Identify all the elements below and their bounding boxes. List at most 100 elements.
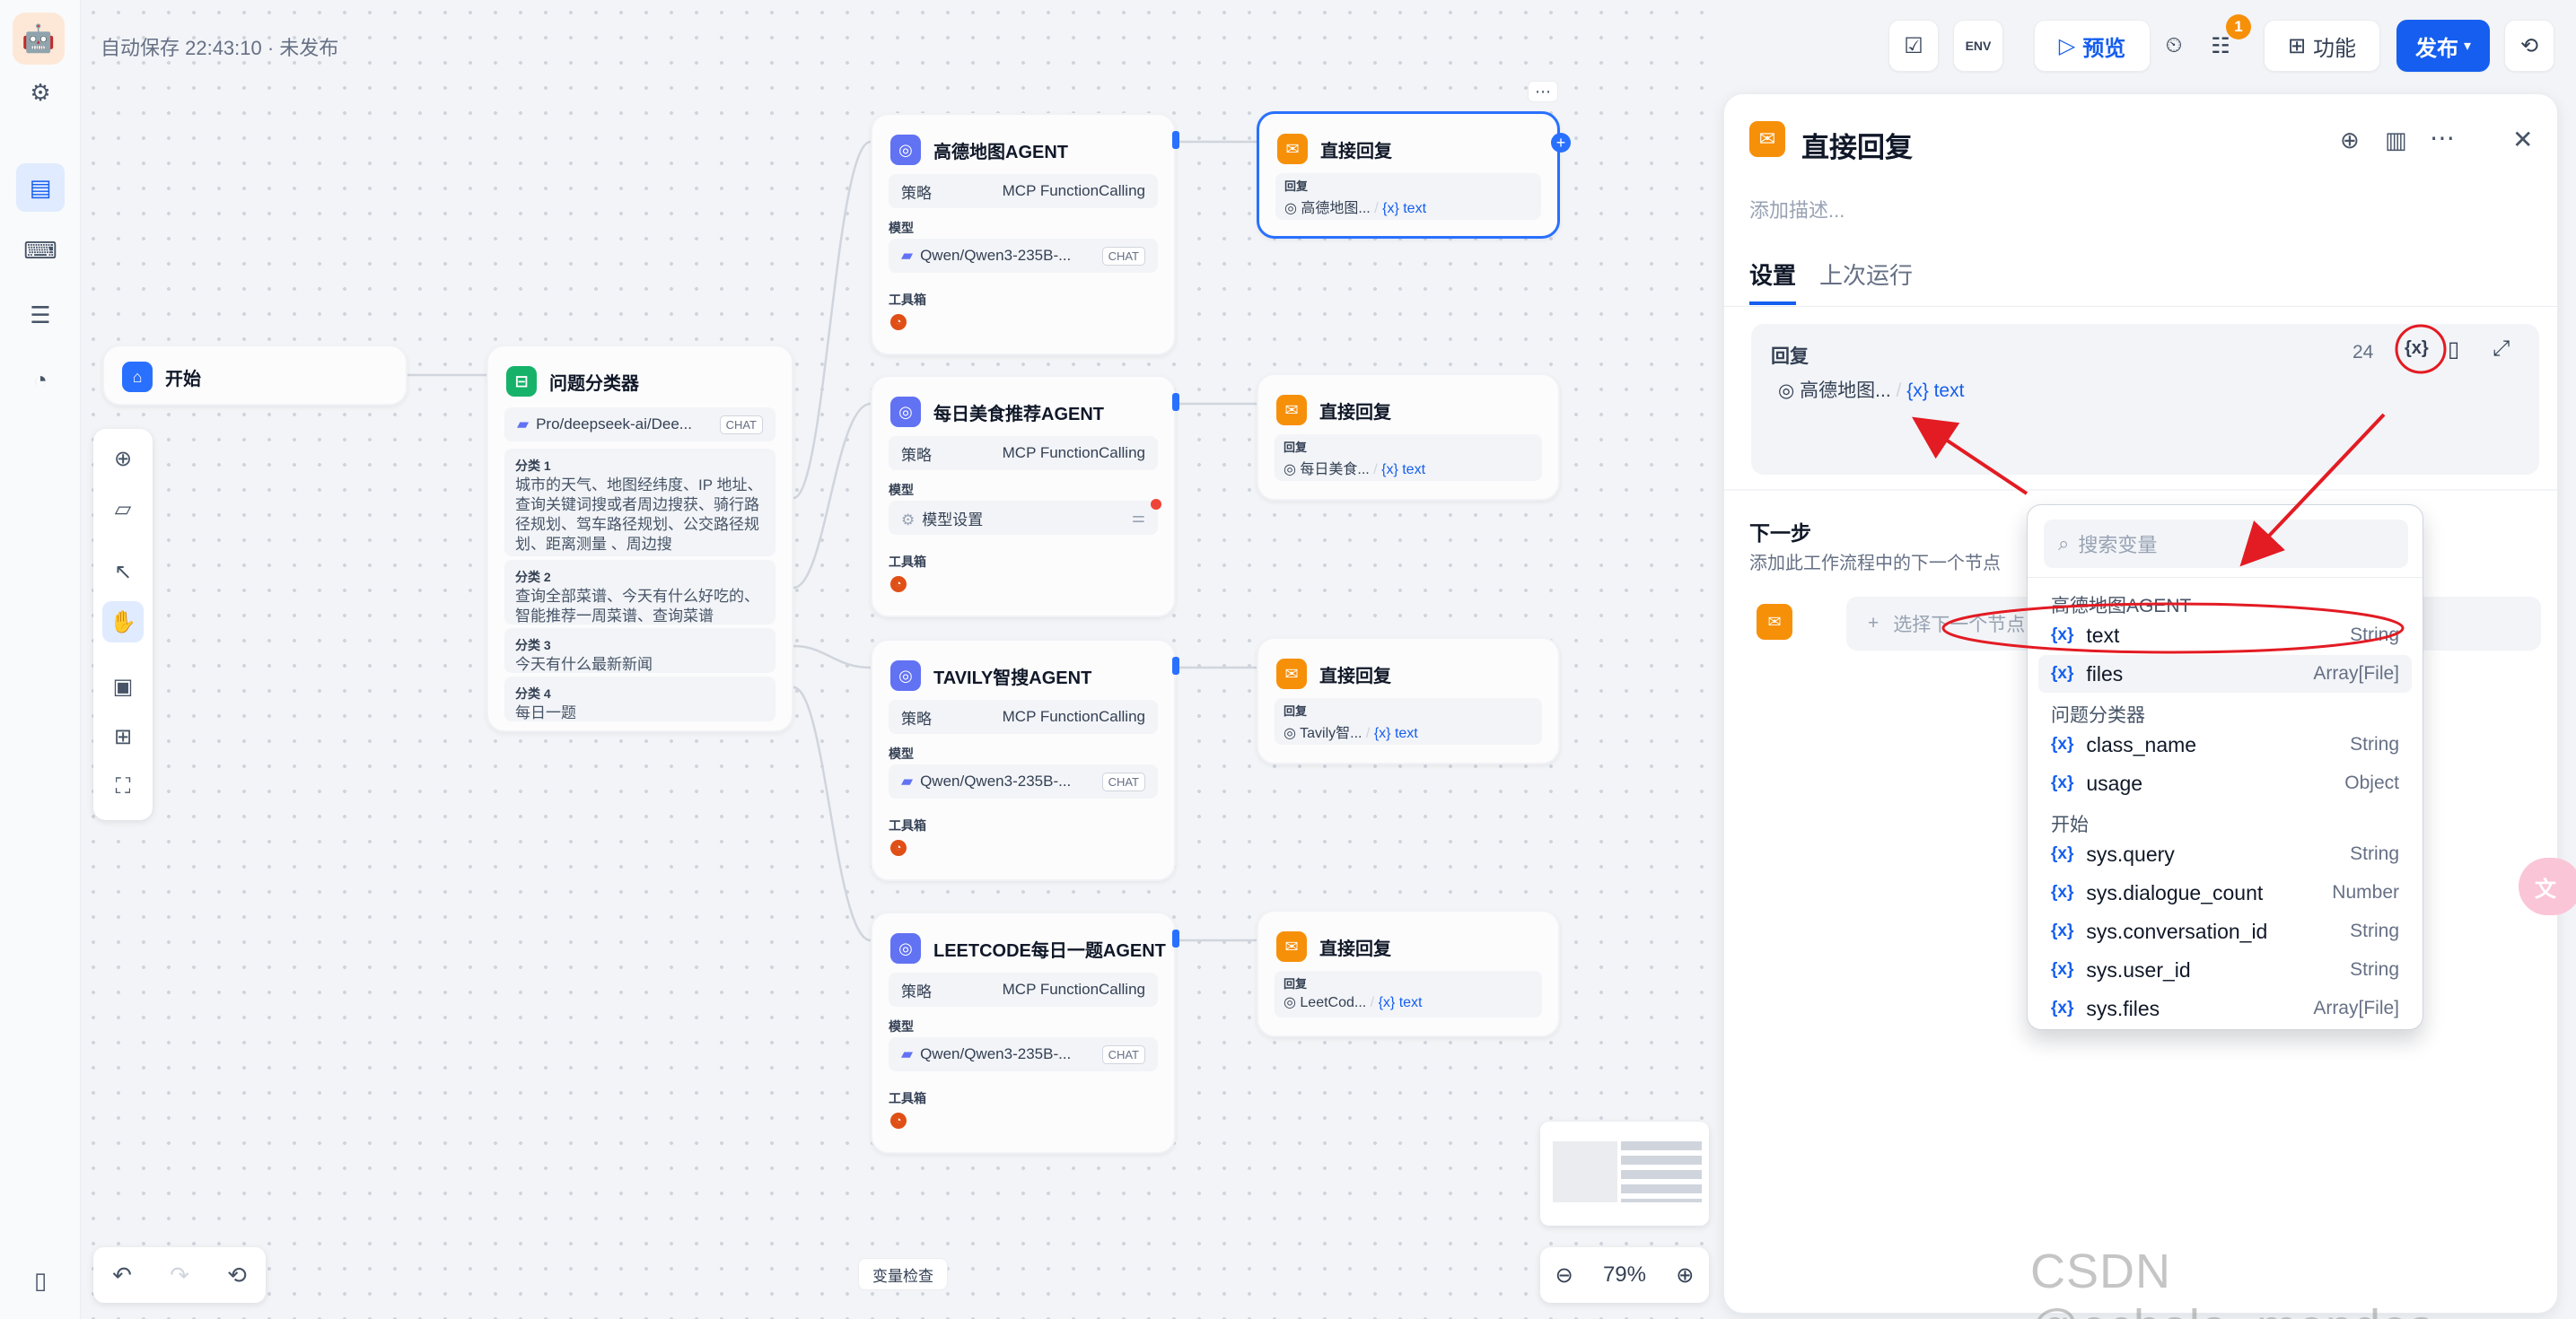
model-label: 模型 [889,483,914,497]
version-history-button[interactable]: ⟲ [2504,20,2554,72]
publish-button[interactable]: 发布 ▾ [2396,20,2490,72]
classifier-icon: ⊟ [506,366,537,397]
history-icon[interactable]: ⟲ [227,1262,247,1289]
node-direct-reply[interactable]: ✉ 直接回复 回复 ◎ 高德地图... / {x} text [1257,111,1560,239]
node-output-handle[interactable] [1172,930,1179,948]
classifier-title: 问题分类器 [549,373,639,394]
tools-label: 工具箱 [889,555,926,569]
node-more-button[interactable]: ⋯ [1528,81,1558,102]
variable-item[interactable]: {x} sys.query String [2038,835,2412,873]
strategy-label: 策略 [901,710,932,728]
variable-item[interactable]: {x} usage Object [2038,764,2412,802]
node-start[interactable]: ⌂ 开始 [102,345,407,406]
hand-icon[interactable]: ✋ [102,601,144,642]
reply-token: ◎ 高德地图... / {x} text [1284,196,1532,217]
node-direct-reply[interactable]: ✉ 直接回复 回复 ◎ 每日美食... / {x} text [1257,373,1560,501]
nav-logs-icon[interactable]: ☰ [16,291,65,339]
model-label: 模型 [889,221,914,235]
panel-title[interactable]: 直接回复 [1801,125,1913,165]
env-button[interactable]: ENV [1953,20,2003,72]
app-logo[interactable]: 🤖 [13,13,65,65]
docs-book-icon[interactable]: ▥ [2385,127,2407,154]
agent-icon: ◎ [1778,380,1801,401]
zoom-level[interactable]: 79% [1603,1262,1646,1288]
collapse-sidebar-icon[interactable]: ▯ [16,1256,65,1305]
variable-item[interactable]: {x} sys.conversation_id String [2038,913,2412,950]
run-history-button[interactable]: ⏲ [2154,20,2194,72]
model-config-icon: ⚌ [1131,509,1145,526]
issues-badge: 1 [2226,14,2251,39]
class-label: 分类 4 [515,686,551,701]
node-output-handle[interactable] [1172,657,1179,675]
node-question-classifier[interactable]: ⊟ 问题分类器 ▰ Pro/deepseek-ai/Dee... CHAT 分类 1… [486,345,793,732]
reply-label: 回复 [1284,704,1308,718]
nav-terminal-icon[interactable]: ⌨ [16,226,65,275]
variable-name: class_name [2086,732,2197,756]
zoom-out-icon[interactable]: ⊖ [1555,1262,1573,1288]
preview-button[interactable]: ▷ 预览 [2034,20,2151,72]
node-output-handle[interactable] [1172,131,1179,149]
reply-editor[interactable]: 回复 24 {x} ▯ ⤢ ◎ 高德地图... / {x} text [1751,324,2539,475]
more-icon[interactable]: ⋯ [2430,123,2455,153]
model-tag: CHAT [1101,772,1145,791]
class-item: 分类 1 城市的天气、地图经纬度、IP 地址、查询关键词搜或者周边搜获、骑行路径规… [504,449,775,556]
variable-item[interactable]: {x} text String [2038,616,2412,654]
locate-icon[interactable]: ⊕ [2340,127,2360,154]
export-image-icon[interactable]: ▣ [102,666,144,707]
node-direct-reply[interactable]: ✉ 直接回复 回复 ◎ LeetCod... / {x} text [1257,910,1560,1037]
node-output-handle[interactable] [1172,393,1179,411]
clipboard-icon[interactable]: ▯ [2448,336,2459,363]
tab-settings[interactable]: 设置 [1749,258,1797,305]
pointer-icon[interactable]: ↖ [102,551,144,592]
settings-sliders-icon[interactable]: ⚙ [16,68,65,117]
node-agent[interactable]: ◎ 每日美食推荐AGENT 策略 MCP FunctionCalling 模型 ⚙ 模… [871,375,1176,617]
variable-inspect-button[interactable]: 变量检查 [858,1258,948,1290]
node-agent[interactable]: ◎ TAVILY智搜AGENT 策略 MCP FunctionCalling 模型 … [871,639,1176,881]
insert-variable-icon[interactable]: {x} [2405,338,2429,359]
reply-var: {x} text [1381,462,1426,477]
variable-item[interactable]: {x} files Array[File] [2038,655,2412,693]
reply-title: 直接回复 [1319,939,1391,959]
organize-nodes-icon[interactable]: ⊞ [102,716,144,757]
app-sidebar: 🤖 ⚙ ▤ ⌨ ☰ ◔ ▯ [0,0,81,1319]
fit-view-icon[interactable]: ⛶ [102,766,144,808]
add-node-icon[interactable]: ⊕ [102,438,144,479]
variable-group-title: 开始 [2051,815,2089,835]
nav-workflow-icon[interactable]: ▤ [16,163,65,212]
zoom-in-icon[interactable]: ⊕ [1676,1262,1694,1288]
strategy-value: MCP FunctionCalling [1002,981,1145,998]
agent-strategy: 策略 MCP FunctionCalling [889,700,1158,734]
add-note-icon[interactable]: ▱ [102,488,144,529]
close-icon[interactable]: ✕ [2512,125,2533,154]
next-node-icon: ✉ [1757,604,1792,640]
add-node-plus-button[interactable]: + [1551,133,1571,153]
node-agent[interactable]: ◎ 高德地图AGENT 策略 MCP FunctionCalling 模型 ▰ Qwe… [871,113,1176,355]
expand-icon[interactable]: ⤢ [2493,336,2510,362]
redo-icon[interactable]: ↷ [170,1262,189,1289]
variable-item[interactable]: {x} sys.dialogue_count Number [2038,874,2412,912]
undo-icon[interactable]: ↶ [112,1262,132,1289]
minimap[interactable] [1540,1122,1709,1226]
variable-item[interactable]: {x} class_name String [2038,726,2412,764]
path-separator: / [1366,995,1379,1010]
class-text: 每日一题 [515,704,576,721]
checklist-button[interactable]: ☑ [1888,20,1939,72]
model-provider-icon: ▰ [517,415,530,432]
agent-icon: ◎ [1284,995,1301,1010]
variable-item[interactable]: {x} sys.files Array[File] [2038,990,2412,1027]
path-separator: / [1896,380,1907,401]
variable-item[interactable]: {x} sys.user_id String [2038,951,2412,989]
translate-float-button[interactable]: 文 [2519,858,2576,915]
agent-model-name: Qwen/Qwen3-235B-... [920,773,1072,790]
node-direct-reply[interactable]: ✉ 直接回复 回复 ◎ Tavily智... / {x} text [1257,637,1560,764]
features-button[interactable]: ⊞ 功能 [2264,20,2380,72]
variable-search-input[interactable]: ⌕ 搜索变量 [2044,520,2408,568]
agent-icon: ◎ [1284,726,1301,741]
reply-variable-token[interactable]: ◎ 高德地图... / {x} text [1778,376,1964,403]
node-agent[interactable]: ◎ LEETCODE每日一题AGENT 策略 MCP FunctionCalling… [871,912,1176,1154]
tab-last-run[interactable]: 上次运行 [1819,258,1913,291]
nav-monitor-icon[interactable]: ◔ [16,355,65,404]
description-input[interactable]: 添加描述... [1749,195,1844,223]
next-step-title: 下一步 [1749,521,1811,545]
home-icon: ⌂ [122,362,153,392]
